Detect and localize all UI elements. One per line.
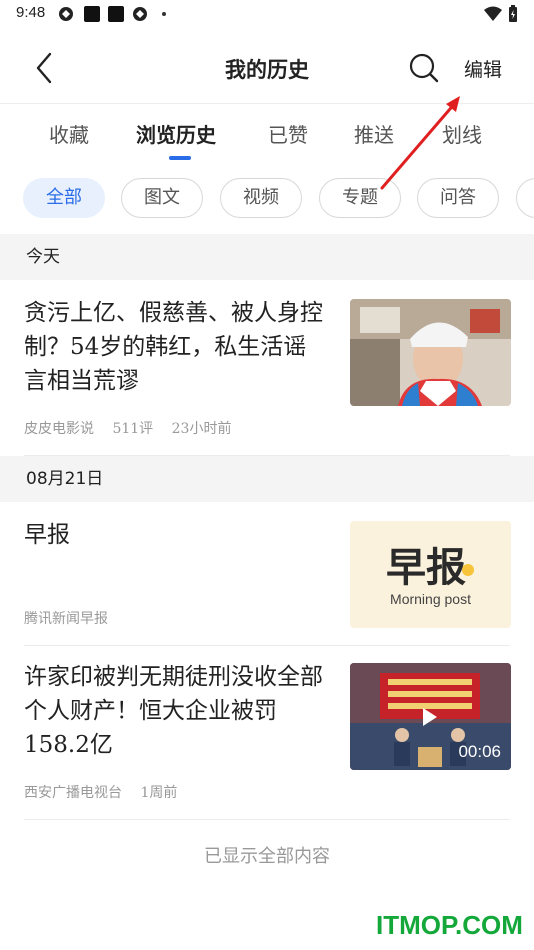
- watermark-logo: ITMOP.COM: [376, 910, 523, 940]
- page-title: 我的历史: [225, 58, 309, 82]
- tab-favorites[interactable]: 收藏: [49, 119, 89, 148]
- video-duration: 00:06: [458, 742, 501, 761]
- more-notifications-dot: [162, 12, 166, 16]
- thumbnail-title: 早报: [386, 545, 466, 591]
- edit-button[interactable]: 编辑: [464, 55, 502, 82]
- date-section-header: 今天: [0, 234, 534, 280]
- item-title: 早报: [24, 522, 70, 548]
- item-time: 23小时前: [171, 421, 232, 437]
- item-meta: 腾讯新闻早报: [24, 608, 122, 628]
- video-thumbnail: 00:06: [350, 663, 511, 770]
- active-tab-indicator: [169, 156, 191, 160]
- app-notification-icon: [108, 6, 124, 22]
- list-item[interactable]: 早报 腾讯新闻早报 早报 Morning post: [0, 502, 534, 646]
- filter-chip-video[interactable]: 视频: [220, 178, 302, 218]
- item-source: 腾讯新闻早报: [24, 611, 108, 627]
- thumbnail-dot: [462, 564, 474, 576]
- app-notification-icon: [84, 6, 100, 22]
- list-item[interactable]: 许家印被判无期徒刑没收全部个人财产！恒大企业被罚158.2亿 西安广播电视台 1…: [0, 646, 534, 820]
- status-time: 9:48: [16, 4, 46, 21]
- search-icon[interactable]: [406, 50, 442, 86]
- play-icon[interactable]: [421, 706, 439, 728]
- app-notification-icon: [59, 7, 73, 21]
- filter-chip-all[interactable]: 全部: [23, 178, 105, 218]
- divider: [24, 819, 510, 820]
- item-thumbnail: 早报 Morning post: [350, 521, 511, 628]
- battery-icon: [509, 5, 517, 22]
- item-title: 贪污上亿、假慈善、被人身控制？54岁的韩红，私生活谣言相当荒谬: [24, 300, 323, 394]
- item-meta: 西安广播电视台 1周前: [24, 782, 191, 802]
- date-section-header: 08月21日: [0, 456, 534, 502]
- item-meta: 皮皮电影说 511评 23小时前: [24, 418, 245, 438]
- item-source: 西安广播电视台: [24, 785, 122, 801]
- list-end-text: 已显示全部内容: [204, 846, 330, 867]
- wifi-icon: [484, 6, 502, 21]
- item-source: 皮皮电影说: [24, 421, 94, 437]
- annotation-arrow-icon: [380, 96, 460, 190]
- thumbnail-subtitle: Morning post: [390, 591, 471, 607]
- item-thumbnail: [350, 299, 511, 406]
- tab-liked[interactable]: 已赞: [268, 119, 308, 148]
- app-notification-icon: [133, 7, 147, 21]
- filter-chip-article[interactable]: 图文: [121, 178, 203, 218]
- item-comments: 511评: [112, 421, 154, 437]
- filter-chip-more[interactable]: [516, 178, 534, 218]
- item-time: 1周前: [140, 785, 178, 801]
- status-bar: 9:48: [0, 0, 534, 28]
- tab-browse-history[interactable]: 浏览历史: [136, 119, 216, 148]
- item-title: 许家印被判无期徒刑没收全部个人财产！恒大企业被罚158.2亿: [24, 664, 323, 758]
- list-item[interactable]: 贪污上亿、假慈善、被人身控制？54岁的韩红，私生活谣言相当荒谬 皮皮电影说 51…: [0, 280, 534, 456]
